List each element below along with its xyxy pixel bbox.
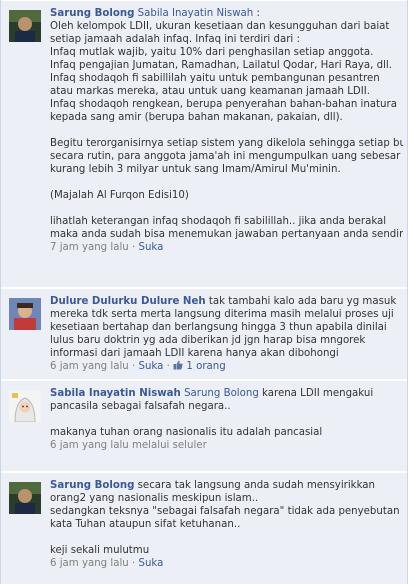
comment-line: kurang lebih 3 milyar untuk sang Imam/Am… bbox=[50, 164, 341, 175]
comment-item: Sarung Bolong Sabila Inayatin Niswah : O… bbox=[1, 0, 407, 287]
comment-header: Sarung Bolong Sabila Inayatin Niswah : bbox=[50, 7, 403, 20]
comment-line: Infaq mutlak wajib, yaitu 10% dari pengh… bbox=[50, 47, 374, 58]
separator: · bbox=[132, 361, 136, 372]
comment-line: Infaq shodaqoh fi sabillilah yaitu untuk… bbox=[50, 73, 380, 84]
separator: · bbox=[166, 361, 170, 372]
comment-author[interactable]: Sabila Inayatin Niswah bbox=[50, 388, 181, 399]
comment-meta: 6 jam yang lalu melalui seluler bbox=[50, 439, 403, 452]
comment-line: sedangkan teksnya "sebagai falsafah nega… bbox=[50, 506, 400, 517]
comment-line: orang2 yang nasionalis meskipun islam.. bbox=[50, 493, 259, 504]
avatar[interactable] bbox=[9, 298, 41, 330]
comment-body: Dulure Dulurku Dulure Neh tak tambahi ka… bbox=[50, 295, 403, 373]
comment-line: Oleh kelompok LDII, ukuran kesetiaan dan… bbox=[50, 21, 390, 32]
comment-text: secara tak langsung anda sudah mensyirik… bbox=[134, 480, 375, 491]
comment-body: Sarung Bolong Sabila Inayatin Niswah : O… bbox=[50, 7, 403, 254]
comment-header: Sabila Inayatin Niswah Sarung Bolong kar… bbox=[50, 387, 403, 400]
comment-line: kepada sang amir (berupa bahan makanan, … bbox=[50, 112, 343, 123]
comment-header: Dulure Dulurku Dulure Neh tak tambahi ka… bbox=[50, 295, 403, 308]
comment-line: kesetiaan bertahap dan berlangsung hingg… bbox=[50, 322, 387, 333]
comment-line: maka anda sudah bisa menemukan jawaban p… bbox=[50, 229, 403, 240]
comment-line: keji sekali mulutmu bbox=[50, 545, 150, 556]
mention-link[interactable]: Sarung Bolong bbox=[184, 388, 259, 399]
comment-author[interactable]: Dulure Dulurku Dulure Neh bbox=[50, 296, 206, 307]
comment-item: Sarung Bolong secara tak langsung anda s… bbox=[1, 472, 407, 584]
comment-text: karena LDII mengakui bbox=[258, 388, 374, 399]
comment-item: Sabila Inayatin Niswah Sarung Bolong kar… bbox=[1, 380, 407, 471]
comment-item: Dulure Dulurku Dulure Neh tak tambahi ka… bbox=[1, 288, 407, 379]
comment-line: lihatlah keterangan infaq shodaqoh fi sa… bbox=[50, 216, 387, 227]
like-button[interactable]: Suka bbox=[139, 361, 164, 372]
comment-line: atau markas mereka, atau untuk uang keam… bbox=[50, 86, 370, 97]
comment-line: (Majalah Al Furqon Edisi10) bbox=[50, 190, 189, 201]
like-button[interactable]: Suka bbox=[139, 558, 164, 569]
comment-line: setiap jamaah adalah infaq. Infaq ini te… bbox=[50, 34, 300, 45]
comment-line: Infaq shodaqoh rengkean, berupa penyerah… bbox=[50, 99, 397, 110]
comment-line: informasi dari jamaah LDII karena hanya … bbox=[50, 348, 339, 359]
comment-line: mereka tdk serta merta langsung diterima… bbox=[50, 309, 394, 320]
comment-meta: 6 jam yang lalu · Suka · 1 orang bbox=[50, 360, 403, 373]
like-count-link[interactable]: 1 orang bbox=[186, 361, 225, 372]
avatar[interactable] bbox=[9, 390, 41, 422]
comment-text: tak tambahi kalo ada baru yg masuk bbox=[205, 296, 397, 307]
comment-line: secara rutin, para anggota jama'ah ini m… bbox=[50, 151, 401, 162]
comment-meta: 7 jam yang lalu · Suka bbox=[50, 241, 403, 254]
comment-header: Sarung Bolong secara tak langsung anda s… bbox=[50, 479, 403, 492]
avatar[interactable] bbox=[9, 10, 41, 42]
comment-meta: 6 jam yang lalu · Suka bbox=[50, 557, 403, 570]
comment-body: Sabila Inayatin Niswah Sarung Bolong kar… bbox=[50, 387, 403, 452]
comment-author[interactable]: Sarung Bolong bbox=[50, 480, 134, 491]
comment-author[interactable]: Sarung Bolong bbox=[50, 8, 134, 19]
comment-line: lulus baru doktrin yg ada diberikan jd j… bbox=[50, 335, 366, 346]
comment-feed: Sarung Bolong Sabila Inayatin Niswah : O… bbox=[0, 0, 408, 584]
comment-line: Begitu terorganisirnya setiap sistem yan… bbox=[50, 138, 403, 149]
avatar[interactable] bbox=[9, 482, 41, 514]
comment-line: makanya tuhan orang nasionalis itu adala… bbox=[50, 427, 323, 438]
like-button[interactable]: Suka bbox=[139, 242, 164, 253]
timestamp[interactable]: 6 jam yang lalu bbox=[50, 361, 129, 372]
separator: · bbox=[132, 558, 136, 569]
separator: · bbox=[132, 242, 136, 253]
comment-line: Infaq pengajian Jumatan, Ramadhan, Laila… bbox=[50, 60, 392, 71]
timestamp[interactable]: 7 jam yang lalu bbox=[50, 242, 129, 253]
thumbs-up-icon bbox=[173, 360, 183, 370]
comment-text: : bbox=[253, 8, 260, 19]
comment-line: kata Tuhan ataupun sifat ketuhanan.. bbox=[50, 519, 241, 530]
mention-link[interactable]: Sabila Inayatin Niswah bbox=[138, 8, 254, 19]
timestamp[interactable]: 6 jam yang lalu bbox=[50, 558, 129, 569]
timestamp[interactable]: 6 jam yang lalu melalui seluler bbox=[50, 440, 207, 451]
comment-line: pancasila sebagai falsafah negara.. bbox=[50, 401, 231, 412]
comment-body: Sarung Bolong secara tak langsung anda s… bbox=[50, 479, 403, 570]
